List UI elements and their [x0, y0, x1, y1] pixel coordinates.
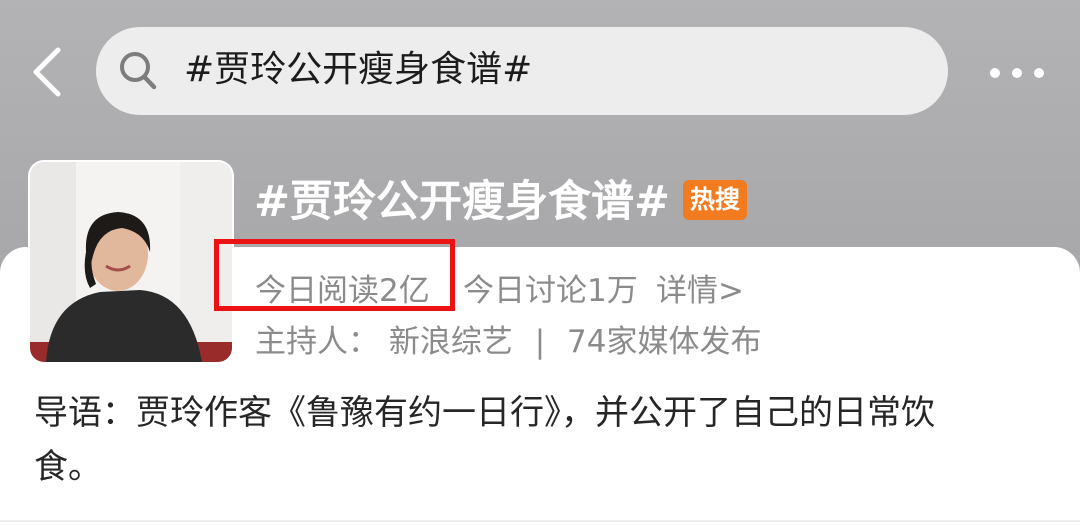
- highlight-annotation-box: [214, 239, 455, 311]
- topic-page: #贾玲公开瘦身食谱# #贾玲公开瘦身食谱# 热搜 今日阅读2亿 今日讨论1万 详…: [0, 0, 1080, 526]
- host-separator: |: [534, 324, 546, 360]
- chevron-left-icon: [33, 47, 61, 97]
- host-label: 主持人：: [255, 324, 379, 360]
- host-name[interactable]: 新浪综艺: [389, 324, 513, 360]
- details-link[interactable]: 详情>: [656, 268, 744, 314]
- more-button[interactable]: [986, 58, 1048, 88]
- media-count[interactable]: 74家媒体发布: [567, 324, 761, 360]
- search-icon: [118, 48, 158, 94]
- more-dots-icon: [990, 68, 1044, 78]
- intro-text: 导语：贾玲作客《鲁豫有约一日行》，并公开了自己的日常饮食。: [34, 393, 935, 487]
- back-button[interactable]: [22, 42, 74, 102]
- hot-badge: 热搜: [683, 180, 747, 220]
- discussions-today: 今日讨论1万: [463, 273, 638, 309]
- avatar-photo: [30, 162, 232, 362]
- topic-title: #贾玲公开瘦身食谱#: [254, 177, 671, 227]
- search-input[interactable]: #贾玲公开瘦身食谱#: [184, 44, 532, 96]
- topic-avatar[interactable]: [30, 162, 232, 362]
- divider: [0, 520, 1080, 522]
- host-info: 主持人： 新浪综艺 | 74家媒体发布: [255, 319, 761, 365]
